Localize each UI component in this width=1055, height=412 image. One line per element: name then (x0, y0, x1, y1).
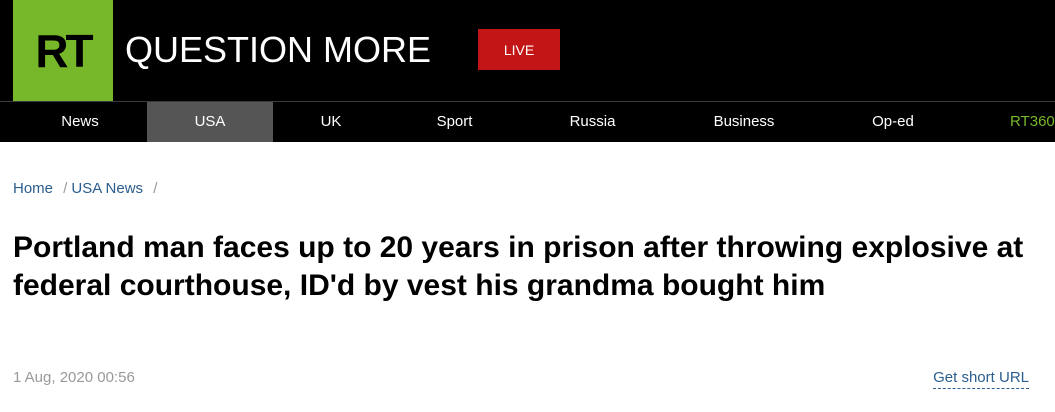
article-date: 1 Aug, 2020 00:56 (13, 369, 135, 386)
nav-item-rt360[interactable]: RT360 (1010, 102, 1055, 142)
nav-item-uk[interactable]: UK (273, 102, 389, 142)
nav-item-russia[interactable]: Russia (520, 102, 665, 142)
live-button[interactable]: LIVE (478, 29, 560, 70)
get-short-url-link[interactable]: Get short URL (933, 368, 1029, 389)
breadcrumb-usa-news[interactable]: USA News (71, 180, 143, 197)
breadcrumb-home[interactable]: Home (13, 180, 53, 197)
slogan: QUESTION MORE (125, 29, 432, 70)
main-nav: News USA UK Sport Russia Business Op-ed … (0, 101, 1055, 142)
breadcrumb-separator: / (63, 180, 68, 197)
rt-logo[interactable]: RT (13, 0, 113, 101)
breadcrumb: Home / USA News / (13, 179, 161, 199)
nav-item-op-ed[interactable]: Op-ed (823, 102, 963, 142)
nav-item-business[interactable]: Business (665, 102, 823, 142)
nav-item-usa[interactable]: USA (147, 102, 273, 142)
top-header: RT QUESTION MORE LIVE (0, 0, 1055, 101)
article-title: Portland man faces up to 20 years in pri… (13, 231, 1024, 302)
rt-logo-text: RT (35, 24, 93, 77)
breadcrumb-separator: / (153, 180, 158, 197)
nav-item-news[interactable]: News (13, 102, 147, 142)
nav-item-sport[interactable]: Sport (389, 102, 520, 142)
